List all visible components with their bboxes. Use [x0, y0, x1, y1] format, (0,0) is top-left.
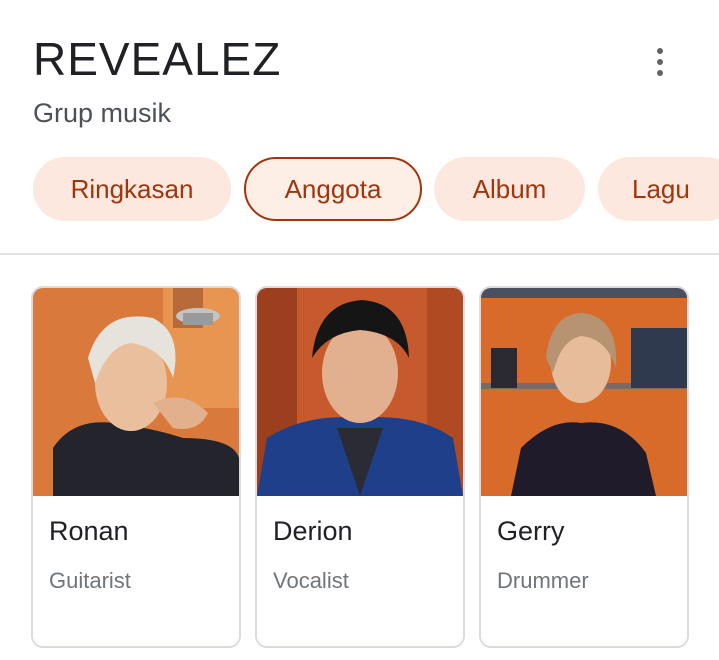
page-subtitle: Grup musik — [33, 98, 172, 128]
tab-label: Lagu — [632, 173, 690, 204]
member-photo — [33, 288, 239, 496]
member-photo — [257, 288, 463, 496]
divider — [0, 253, 719, 255]
member-name: Gerry — [497, 516, 565, 546]
member-name: Ronan — [49, 516, 129, 546]
member-card-ronan[interactable]: Ronan Guitarist — [31, 286, 241, 648]
more-vert-icon-dot — [657, 70, 663, 76]
tab-label: Anggota — [284, 173, 382, 204]
member-role: Guitarist — [49, 568, 131, 593]
member-role: Vocalist — [273, 568, 349, 593]
member-name: Derion — [273, 516, 353, 546]
tab-chip-bar: Ringkasan Anggota Album Lagu — [0, 157, 719, 221]
member-card-gerry[interactable]: Gerry Drummer — [479, 286, 689, 648]
member-role: Drummer — [497, 568, 589, 593]
tab-album[interactable]: Album — [434, 157, 585, 221]
tab-label: Album — [472, 173, 547, 204]
member-card-derion[interactable]: Derion Vocalist — [255, 286, 465, 648]
tab-lagu[interactable]: Lagu — [598, 157, 719, 221]
tab-label: Ringkasan — [70, 173, 194, 204]
tab-anggota[interactable]: Anggota — [244, 157, 422, 221]
tab-ringkasan[interactable]: Ringkasan — [33, 157, 231, 221]
more-vert-icon-dot — [657, 59, 663, 65]
more-vert-icon — [657, 48, 663, 54]
page-title: REVEALEZ — [33, 33, 282, 85]
member-photo — [481, 288, 687, 496]
more-options-button[interactable] — [644, 44, 676, 80]
